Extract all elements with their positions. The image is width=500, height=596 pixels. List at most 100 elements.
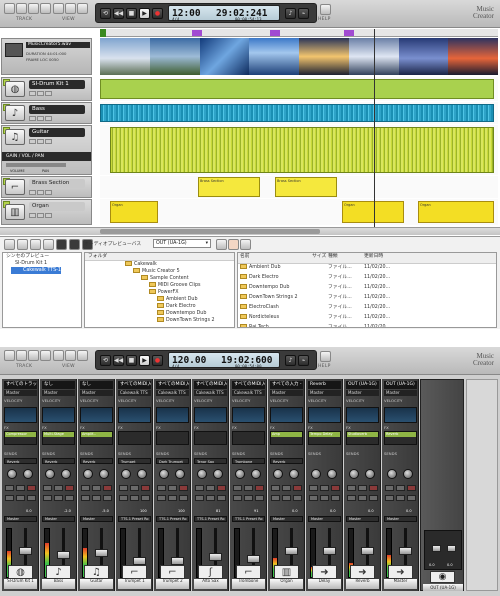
- send-level-knob[interactable]: [159, 469, 169, 479]
- volume-fader[interactable]: [247, 555, 260, 564]
- eq-display[interactable]: [194, 407, 227, 423]
- col-name[interactable]: 名前: [240, 253, 312, 260]
- section-marker[interactable]: [192, 30, 202, 36]
- fx-item[interactable]: Reverb: [385, 432, 416, 437]
- track-output-select[interactable]: TTS-1 Preset Ro: [118, 516, 151, 522]
- play-button[interactable]: ▶: [139, 7, 150, 19]
- mute-button[interactable]: [157, 485, 166, 491]
- mute-button[interactable]: [233, 485, 242, 491]
- mute-button[interactable]: [29, 190, 36, 195]
- track-name[interactable]: SI-Drum Kit 1: [29, 80, 85, 89]
- pan-knob[interactable]: [99, 469, 109, 479]
- pan-knob[interactable]: [365, 469, 375, 479]
- monitor-button[interactable]: [293, 495, 302, 501]
- fx-item[interactable]: Compressor: [5, 432, 36, 437]
- guitar-clip[interactable]: [110, 127, 494, 173]
- volume-fader[interactable]: [361, 546, 374, 555]
- view-browser-button[interactable]: [65, 3, 76, 14]
- folder-item[interactable]: Downtempo Dub: [85, 310, 234, 317]
- track-lane-1[interactable]: [100, 77, 498, 101]
- folder-item[interactable]: Dark Electro: [85, 303, 234, 310]
- fx-bin[interactable]: [194, 431, 227, 445]
- arm-button[interactable]: [45, 91, 52, 96]
- volume-slider[interactable]: [6, 163, 66, 167]
- brass-clip[interactable]: Brass Section: [198, 177, 260, 197]
- track-output-select[interactable]: Master: [308, 516, 341, 522]
- pan-knob[interactable]: [327, 469, 337, 479]
- monitor-button[interactable]: [217, 495, 226, 501]
- solo-button[interactable]: [92, 485, 101, 491]
- monitor-button[interactable]: [179, 495, 188, 501]
- synth-item[interactable]: SI-Drum Kit 1: [3, 260, 81, 267]
- record-arm-button[interactable]: [179, 485, 188, 491]
- phase-button[interactable]: [309, 495, 318, 501]
- volume-fader[interactable]: [19, 546, 32, 555]
- fx-bin[interactable]: [118, 431, 151, 445]
- arm-button[interactable]: [45, 213, 52, 218]
- folder-item[interactable]: Cakewalk: [85, 261, 234, 268]
- fx-bin[interactable]: [156, 431, 189, 445]
- record-arm-button[interactable]: [141, 485, 150, 491]
- rewind-button[interactable]: ◀◀: [113, 7, 124, 19]
- pan-knob[interactable]: [61, 469, 71, 479]
- track-name[interactable]: Organ: [29, 202, 85, 211]
- mono-button[interactable]: [320, 495, 329, 501]
- refresh-button[interactable]: [4, 239, 15, 250]
- mute-button[interactable]: [195, 485, 204, 491]
- send-level-knob[interactable]: [121, 469, 131, 479]
- input-select[interactable]: OUT (UA-1G): [384, 381, 417, 389]
- input-select[interactable]: すべてのMIDI入力 -: [156, 381, 189, 389]
- home-button[interactable]: [30, 239, 41, 250]
- pan-knob[interactable]: [213, 469, 223, 479]
- output-select[interactable]: Cakewalk TTS: [232, 390, 265, 396]
- record-arm-button[interactable]: [407, 485, 416, 491]
- section-marker[interactable]: [344, 30, 354, 36]
- loop-preview-button[interactable]: [69, 239, 80, 250]
- mute-button[interactable]: [29, 139, 36, 144]
- solo-button[interactable]: [206, 485, 215, 491]
- solo-button[interactable]: [320, 485, 329, 491]
- loop-button[interactable]: ⟲: [100, 354, 111, 366]
- record-arm-button[interactable]: [255, 485, 264, 491]
- delete-button[interactable]: [228, 239, 239, 250]
- pan-knob[interactable]: [175, 469, 185, 479]
- eq-display[interactable]: [232, 407, 265, 423]
- view-browser-button[interactable]: [65, 350, 76, 361]
- mono-button[interactable]: [396, 495, 405, 501]
- send-level-knob[interactable]: [197, 469, 207, 479]
- track-name[interactable]: Guitar: [29, 128, 85, 137]
- volume-fader[interactable]: [209, 553, 222, 562]
- send-level-knob[interactable]: [311, 469, 321, 479]
- solo-button[interactable]: [396, 485, 405, 491]
- send-level-knob[interactable]: [273, 469, 283, 479]
- eq-display[interactable]: [42, 407, 75, 423]
- input-select[interactable]: すべてのMIDI入力 -: [194, 381, 227, 389]
- mono-button[interactable]: [130, 495, 139, 501]
- output-select[interactable]: Cakewalk TTS: [194, 390, 227, 396]
- mute-button[interactable]: [385, 485, 394, 491]
- monitor-button[interactable]: [103, 495, 112, 501]
- solo-button[interactable]: [16, 485, 25, 491]
- output-fader-left[interactable]: [432, 545, 441, 552]
- file-row[interactable]: Dark Electro ファイル... 11/02/20...: [238, 274, 496, 284]
- output-fader-area[interactable]: 0.0 0.0: [424, 530, 462, 570]
- input-select[interactable]: なし: [42, 381, 75, 389]
- play-button[interactable]: ▶: [139, 354, 150, 366]
- mute-button[interactable]: [29, 116, 36, 121]
- record-arm-button[interactable]: [293, 485, 302, 491]
- phase-button[interactable]: [5, 495, 14, 501]
- help-button[interactable]: [320, 351, 331, 362]
- folder-item[interactable]: PowerFX: [85, 289, 234, 296]
- solo-button[interactable]: [358, 485, 367, 491]
- solo-button[interactable]: [37, 116, 44, 121]
- track-output-select[interactable]: TTS-1 Preset Ro: [156, 516, 189, 522]
- monitor-button[interactable]: [255, 495, 264, 501]
- play-preview-button[interactable]: [56, 239, 67, 250]
- output-select[interactable]: Master: [346, 390, 379, 396]
- phase-button[interactable]: [347, 495, 356, 501]
- folder-item[interactable]: Music Creator 5: [85, 268, 234, 275]
- mute-button[interactable]: [309, 485, 318, 491]
- track-output-select[interactable]: TTS-1 Preset Ro: [194, 516, 227, 522]
- mute-button[interactable]: [347, 485, 356, 491]
- view-console-button[interactable]: [53, 3, 64, 14]
